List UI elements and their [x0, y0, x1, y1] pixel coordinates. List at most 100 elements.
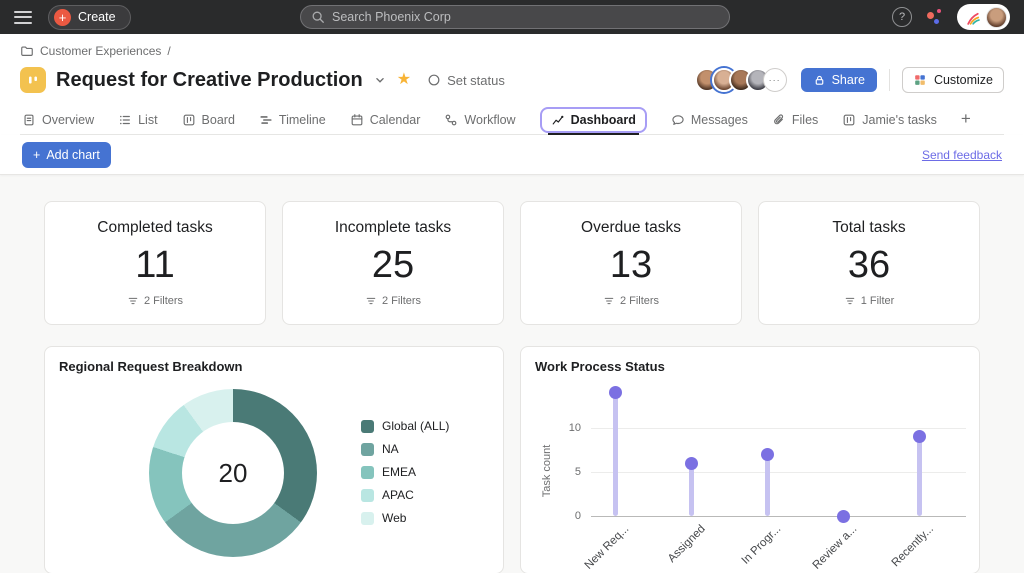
tab-label: Overview [42, 113, 94, 127]
customize-button-label: Customize [934, 73, 993, 87]
tab-jamie-s-tasks[interactable]: Jamie's tasks [842, 105, 937, 134]
tab-files[interactable]: Files [772, 105, 818, 134]
stat-value: 36 [848, 244, 890, 287]
tab-label: Jamie's tasks [862, 113, 937, 127]
folder-icon [20, 44, 34, 58]
legend-label: EMEA [382, 465, 416, 479]
plus-icon: + [33, 148, 40, 162]
board-icon [182, 113, 196, 127]
gridline [591, 472, 966, 473]
create-button-label: Create [78, 10, 116, 24]
stat-filters-label: 2 Filters [620, 295, 659, 307]
lollipop-dot[interactable] [609, 386, 622, 399]
legend-item[interactable]: EMEA [361, 465, 449, 479]
share-button[interactable]: Share [801, 68, 877, 92]
status-circle-icon [427, 73, 441, 87]
legend-item[interactable]: Global (ALL) [361, 419, 449, 433]
divider [889, 69, 890, 91]
set-status-button[interactable]: Set status [427, 73, 505, 88]
work-process-status-card[interactable]: Work Process Status Task count0510New Re… [520, 346, 980, 573]
ai-sparkle-icon[interactable] [925, 9, 944, 26]
stat-card-overdue-tasks[interactable]: Overdue tasks132 Filters [520, 201, 742, 325]
member-avatars[interactable]: ··· [695, 68, 787, 92]
tab-workflow[interactable]: Workflow [444, 105, 515, 134]
add-chart-button[interactable]: + Add chart [22, 142, 111, 168]
sidebar-toggle-icon[interactable] [14, 11, 32, 24]
stat-card-total-tasks[interactable]: Total tasks361 Filter [758, 201, 980, 325]
breadcrumb-separator: / [167, 44, 170, 58]
stat-filters[interactable]: 1 Filter [844, 295, 895, 307]
filter-icon [365, 295, 377, 307]
breadcrumb[interactable]: Customer Experiences / [20, 44, 1004, 58]
user-avatar [986, 7, 1007, 28]
lollipop-dot[interactable] [913, 430, 926, 443]
stat-title: Completed tasks [97, 219, 212, 237]
tab-overview[interactable]: Overview [22, 105, 94, 134]
donut-hole: 20 [182, 422, 284, 524]
lollipop-stem [613, 393, 618, 516]
y-tick-label: 0 [555, 510, 581, 522]
tab-label: Messages [691, 113, 748, 127]
search-input[interactable] [332, 10, 719, 24]
topbar: + Create ? [0, 0, 1024, 34]
stat-filters[interactable]: 2 Filters [603, 295, 659, 307]
tab-board[interactable]: Board [182, 105, 235, 134]
y-axis-label: Task count [541, 401, 553, 541]
donut-chart[interactable]: 20 [149, 389, 317, 557]
lollipop-stem [765, 454, 770, 516]
project-header: Customer Experiences / Request for Creat… [0, 34, 1024, 135]
help-button[interactable]: ? [892, 7, 912, 27]
legend-label: Global (ALL) [382, 419, 449, 433]
donut-center-value: 20 [219, 458, 248, 489]
customize-button[interactable]: Customize [902, 67, 1004, 93]
send-feedback-link[interactable]: Send feedback [922, 148, 1002, 162]
regional-request-breakdown-card[interactable]: Regional Request Breakdown 20 Global (AL… [44, 346, 504, 573]
create-button[interactable]: + Create [48, 5, 131, 30]
lollipop-dot[interactable] [685, 457, 698, 470]
stat-card-completed-tasks[interactable]: Completed tasks112 Filters [44, 201, 266, 325]
tab-list[interactable]: List [118, 105, 157, 134]
tab-label: Dashboard [571, 113, 636, 127]
lollipop-stem [917, 437, 922, 516]
add-tab-button[interactable]: + [961, 110, 971, 129]
legend-swatch [361, 420, 374, 433]
stat-value: 25 [372, 244, 414, 287]
favorite-star-icon[interactable]: ★ [397, 72, 411, 88]
legend-item[interactable]: APAC [361, 488, 449, 502]
lollipop-dot[interactable] [761, 448, 774, 461]
add-chart-label: Add chart [46, 148, 100, 162]
timeline-icon [259, 113, 273, 127]
legend-item[interactable]: Web [361, 511, 449, 525]
legend-label: NA [382, 442, 399, 456]
filter-icon [844, 295, 856, 307]
legend-item[interactable]: NA [361, 442, 449, 456]
lollipop-dot[interactable] [837, 510, 850, 523]
legend-swatch [361, 466, 374, 479]
stat-card-incomplete-tasks[interactable]: Incomplete tasks252 Filters [282, 201, 504, 325]
tab-messages[interactable]: Messages [671, 105, 748, 134]
tab-dashboard[interactable]: Dashboard [540, 107, 647, 133]
global-search[interactable] [300, 5, 730, 29]
stat-cards-row: Completed tasks112 FiltersIncomplete tas… [44, 201, 980, 325]
lollipop-chart: Task count0510New Req...AssignedIn Progr… [521, 347, 979, 573]
more-members-button[interactable]: ··· [763, 68, 787, 92]
stat-filters[interactable]: 2 Filters [365, 295, 421, 307]
tab-calendar[interactable]: Calendar [350, 105, 421, 134]
dashboard-content: Completed tasks112 FiltersIncomplete tas… [0, 175, 1024, 573]
calendar-icon [350, 113, 364, 127]
account-menu[interactable] [957, 4, 1010, 30]
tab-label: Board [202, 113, 235, 127]
tab-timeline[interactable]: Timeline [259, 105, 326, 134]
stat-filters[interactable]: 2 Filters [127, 295, 183, 307]
lollipop-stem [689, 463, 694, 516]
dashboard-icon [551, 113, 565, 127]
breadcrumb-project-group[interactable]: Customer Experiences [40, 44, 161, 58]
project-icon[interactable] [20, 67, 46, 93]
filter-icon [603, 295, 615, 307]
legend-label: Web [382, 511, 406, 525]
share-button-label: Share [832, 73, 865, 87]
chevron-down-icon[interactable] [373, 73, 387, 87]
gridline [591, 428, 966, 429]
set-status-label: Set status [447, 73, 505, 88]
stat-filters-label: 2 Filters [144, 295, 183, 307]
